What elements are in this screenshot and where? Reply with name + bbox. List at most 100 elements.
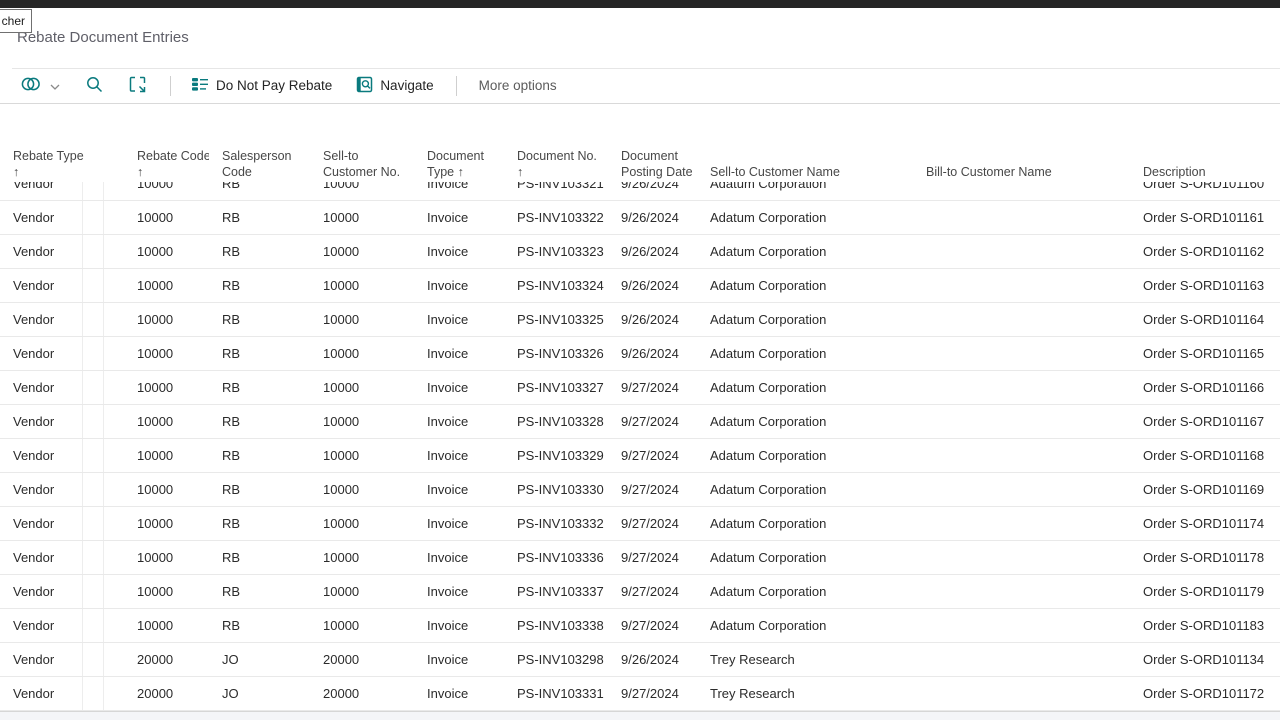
cell-sell-to-customer-name: Adatum Corporation bbox=[697, 609, 913, 642]
column-header-label: Rebate Code bbox=[137, 148, 209, 164]
cell-description: Order S-ORD101161 bbox=[1130, 201, 1280, 234]
column-header-rebate-code[interactable]: Rebate Code↑ bbox=[124, 148, 209, 180]
cell-salesperson-code: RB bbox=[209, 337, 310, 370]
table-row[interactable]: Vendor10000RB10000InvoicePS-INV1033249/2… bbox=[0, 269, 1280, 303]
cell-description: Order S-ORD101179 bbox=[1130, 575, 1280, 608]
views-selector-button[interactable] bbox=[20, 75, 60, 96]
cell-document-posting-date: 9/27/2024 bbox=[608, 507, 697, 540]
cell-sell-to-customer-no: 10000 bbox=[310, 337, 414, 370]
cell-rebate-type: Vendor bbox=[0, 371, 124, 404]
cell-sell-to-customer-name: Trey Research bbox=[697, 677, 913, 710]
cell-sell-to-customer-name: Adatum Corporation bbox=[697, 473, 913, 506]
cell-document-posting-date: 9/27/2024 bbox=[608, 405, 697, 438]
cell-description: Order S-ORD101168 bbox=[1130, 439, 1280, 472]
table-row[interactable]: Vendor10000RB10000InvoicePS-INV1033289/2… bbox=[0, 405, 1280, 439]
cell-rebate-type: Vendor bbox=[0, 201, 124, 234]
table-row[interactable]: Vendor10000RB10000InvoicePS-INV1033229/2… bbox=[0, 201, 1280, 235]
search-icon bbox=[86, 76, 103, 96]
column-header-salesperson-code[interactable]: SalespersonCode bbox=[209, 148, 310, 180]
cell-document-type: Invoice bbox=[414, 371, 504, 404]
cell-bill-to-customer-name bbox=[913, 541, 1130, 574]
column-header-label: Document bbox=[427, 148, 504, 164]
column-header-label: Description bbox=[1143, 164, 1280, 180]
cell-document-no: PS-INV103326 bbox=[504, 337, 608, 370]
column-header-description[interactable]: Description bbox=[1130, 148, 1280, 180]
analyze-button[interactable] bbox=[129, 76, 146, 96]
table-row[interactable]: Vendor20000JO20000InvoicePS-INV1033319/2… bbox=[0, 677, 1280, 711]
navigate-label: Navigate bbox=[380, 78, 433, 93]
cell-sell-to-customer-name: Adatum Corporation bbox=[697, 269, 913, 302]
cell-rebate-type: Vendor bbox=[0, 575, 124, 608]
column-header-label: Code bbox=[222, 164, 310, 180]
table-row[interactable]: Vendor20000JO20000InvoicePS-INV1032989/2… bbox=[0, 643, 1280, 677]
cell-document-type: Invoice bbox=[414, 575, 504, 608]
more-options-button[interactable]: More options bbox=[479, 78, 557, 93]
table-row[interactable]: Vendor10000RB10000InvoicePS-INV1033279/2… bbox=[0, 371, 1280, 405]
cell-document-posting-date: 9/26/2024 bbox=[608, 643, 697, 676]
table-row[interactable]: Vendor10000RB10000InvoicePS-INV1033309/2… bbox=[0, 473, 1280, 507]
table-row[interactable]: Vendor10000RB10000InvoicePS-INV1033389/2… bbox=[0, 609, 1280, 643]
action-bar: Do Not Pay Rebate Navigate More options bbox=[0, 68, 1280, 104]
cell-rebate-code: 10000 bbox=[124, 371, 209, 404]
cell-document-no: PS-INV103324 bbox=[504, 269, 608, 302]
cell-document-type: Invoice bbox=[414, 235, 504, 268]
cell-rebate-code: 10000 bbox=[124, 235, 209, 268]
column-header-rebate-type[interactable]: Rebate Type↑ bbox=[0, 148, 124, 180]
navigate-button[interactable]: Navigate bbox=[356, 76, 433, 96]
table-row[interactable]: Vendor10000RB10000InvoicePS-INV1033329/2… bbox=[0, 507, 1280, 541]
column-header-label: Document No. bbox=[517, 148, 608, 164]
page-title: Rebate Document Entries bbox=[17, 29, 189, 46]
table-row[interactable]: Vendor10000RB10000InvoicePS-INV1033239/2… bbox=[0, 235, 1280, 269]
cell-document-type: Invoice bbox=[414, 303, 504, 336]
cell-document-no: PS-INV103336 bbox=[504, 541, 608, 574]
cell-bill-to-customer-name bbox=[913, 337, 1130, 370]
cell-rebate-code: 10000 bbox=[124, 405, 209, 438]
cell-description: Order S-ORD101183 bbox=[1130, 609, 1280, 642]
cell-sell-to-customer-no: 10000 bbox=[310, 439, 414, 472]
column-header-sell-to-customer-no[interactable]: Sell-toCustomer No. bbox=[310, 148, 414, 180]
column-header-label bbox=[710, 148, 913, 164]
column-header-label bbox=[926, 148, 1130, 164]
cell-salesperson-code: JO bbox=[209, 643, 310, 676]
cell-document-no: PS-INV103327 bbox=[504, 371, 608, 404]
cell-salesperson-code: RB bbox=[209, 201, 310, 234]
cell-document-posting-date: 9/27/2024 bbox=[608, 371, 697, 404]
table-row[interactable]: Vendor10000RB10000InvoicePS-INV1033299/2… bbox=[0, 439, 1280, 473]
cell-sell-to-customer-no: 10000 bbox=[310, 575, 414, 608]
cell-rebate-type: Vendor bbox=[0, 337, 124, 370]
table-row[interactable]: Vendor10000RB10000InvoicePS-INV1033379/2… bbox=[0, 575, 1280, 609]
column-header-bill-to-customer-name[interactable]: Bill-to Customer Name bbox=[913, 148, 1130, 180]
table-row[interactable]: Vendor10000RB10000InvoicePS-INV1033259/2… bbox=[0, 303, 1280, 337]
cell-salesperson-code: RB bbox=[209, 609, 310, 642]
cell-sell-to-customer-name: Adatum Corporation bbox=[697, 575, 913, 608]
cell-rebate-code: 10000 bbox=[124, 303, 209, 336]
toolbar-divider bbox=[456, 76, 457, 96]
column-header-sell-to-customer-name[interactable]: Sell-to Customer Name bbox=[697, 148, 913, 180]
cell-sell-to-customer-name: Adatum Corporation bbox=[697, 182, 913, 200]
table-row[interactable]: Vendor10000RB10000InvoicePS-INV1033269/2… bbox=[0, 337, 1280, 371]
table-row[interactable]: Vendor10000RB10000InvoicePS-INV1033369/2… bbox=[0, 541, 1280, 575]
do-not-pay-rebate-button[interactable]: Do Not Pay Rebate bbox=[191, 76, 332, 95]
cell-rebate-type: Vendor bbox=[0, 609, 124, 642]
table-row[interactable]: Vendor10000RB10000InvoicePS-INV1033219/2… bbox=[0, 182, 1280, 201]
cell-document-posting-date: 9/26/2024 bbox=[608, 235, 697, 268]
column-header-document-type[interactable]: DocumentType ↑ bbox=[414, 148, 504, 180]
cell-document-no: PS-INV103328 bbox=[504, 405, 608, 438]
cell-document-posting-date: 9/26/2024 bbox=[608, 337, 697, 370]
cell-document-posting-date: 9/27/2024 bbox=[608, 541, 697, 574]
cell-document-no: PS-INV103329 bbox=[504, 439, 608, 472]
search-button[interactable] bbox=[86, 76, 103, 96]
column-header-document-no[interactable]: Document No.↑ bbox=[504, 148, 608, 180]
cell-document-no: PS-INV103323 bbox=[504, 235, 608, 268]
cell-rebate-type: Vendor bbox=[0, 269, 124, 302]
cell-rebate-code: 10000 bbox=[124, 269, 209, 302]
column-header-document-posting-date[interactable]: DocumentPosting Date bbox=[608, 148, 697, 180]
column-header-label: ↑ bbox=[137, 164, 209, 180]
column-header-label: Type ↑ bbox=[427, 164, 504, 180]
cell-document-no: PS-INV103330 bbox=[504, 473, 608, 506]
cell-sell-to-customer-no: 10000 bbox=[310, 269, 414, 302]
cell-description: Order S-ORD101165 bbox=[1130, 337, 1280, 370]
cell-bill-to-customer-name bbox=[913, 677, 1130, 710]
cell-sell-to-customer-no: 10000 bbox=[310, 507, 414, 540]
cell-description: Order S-ORD101162 bbox=[1130, 235, 1280, 268]
